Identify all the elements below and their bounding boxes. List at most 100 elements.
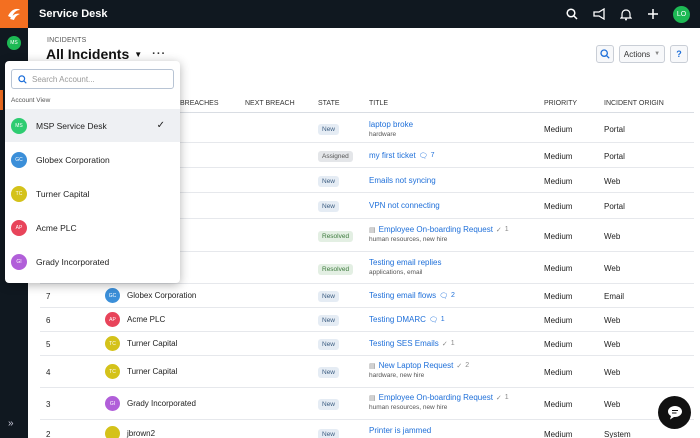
incident-title-link[interactable]: my first ticket <box>369 151 416 160</box>
rail-account-avatar[interactable]: MS <box>7 36 21 50</box>
chevron-down-icon: ▼ <box>654 51 661 57</box>
incident-title-link[interactable]: Employee On-boarding Request <box>379 393 493 402</box>
priority-value: Medium <box>544 400 573 409</box>
expand-rail-icon[interactable]: » <box>8 418 14 429</box>
state-badge: New <box>318 429 340 438</box>
table-row[interactable]: 4 TC Turner Capital New ▤ New Laptop Reque… <box>40 356 694 388</box>
account-name: Turner Capital <box>127 367 178 376</box>
comment-count: 7 <box>430 152 435 159</box>
priority-value: Medium <box>544 232 573 241</box>
col-priority[interactable]: PRIORITY <box>544 100 577 107</box>
account-name: jbrown2 <box>127 429 156 438</box>
incident-title-link[interactable]: Emails not syncing <box>369 176 436 185</box>
col-origin[interactable]: INCIDENT ORIGIN <box>604 100 664 107</box>
table-row[interactable]: 2 jbrown2 New Printer is jammed Medium S… <box>40 420 694 438</box>
state-badge: New <box>318 176 340 187</box>
megaphone-icon[interactable] <box>592 7 606 21</box>
add-icon[interactable] <box>646 7 660 21</box>
incident-tags: hardware, new hire <box>369 372 425 379</box>
breadcrumb[interactable]: INCIDENTS <box>47 37 87 44</box>
state-badge: New <box>318 339 340 350</box>
col-title[interactable]: TITLE <box>369 100 388 107</box>
priority-value: Medium <box>544 368 573 377</box>
incident-number: 6 <box>46 316 51 325</box>
task-count: 1 <box>504 226 509 233</box>
account-dropdown: Account View MS MSP Service Desk ✓ GC Gl… <box>5 61 180 283</box>
incident-number: 7 <box>46 292 51 301</box>
brand-logo[interactable] <box>0 0 28 28</box>
more-options-icon[interactable]: ··· <box>152 48 166 60</box>
comment-icon: 🗨 <box>428 316 438 324</box>
incident-title-link[interactable]: Testing DMARC <box>369 315 426 324</box>
origin-value: System <box>604 430 631 438</box>
origin-value: Web <box>604 264 621 273</box>
page-title-text[interactable]: All Incidents <box>46 46 129 62</box>
search-icon <box>600 49 610 59</box>
search-icon[interactable] <box>565 7 579 21</box>
incident-title-link[interactable]: Printer is jammed <box>369 426 431 435</box>
bell-icon[interactable] <box>619 7 633 21</box>
account-option-acme-plc[interactable]: AP Acme PLC <box>5 211 180 244</box>
chevron-down-icon[interactable]: ▼ <box>134 50 142 59</box>
account-search-box[interactable] <box>11 69 174 89</box>
top-bar: Service Desk LO <box>0 0 700 28</box>
incident-title-link[interactable]: New Laptop Request <box>379 361 454 370</box>
account-avatar: GI <box>105 396 120 411</box>
priority-value: Medium <box>544 125 573 134</box>
incident-number: 3 <box>46 400 51 409</box>
account-name: Acme PLC <box>127 315 166 324</box>
priority-value: Medium <box>544 152 573 161</box>
col-breaches[interactable]: BREACHES <box>180 100 219 107</box>
account-option-label: Acme PLC <box>36 222 77 233</box>
state-badge: Assigned <box>318 151 353 162</box>
account-option-label: MSP Service Desk <box>36 120 107 131</box>
origin-value: Web <box>604 232 621 241</box>
comment-icon: 🗨 <box>439 292 449 300</box>
actions-dropdown[interactable]: Actions ▼ <box>619 45 665 63</box>
table-row[interactable]: 7 GC Globex Corporation New Testing email… <box>40 284 694 308</box>
task-check-icon: ✓ <box>495 394 502 402</box>
chat-button[interactable] <box>658 396 691 429</box>
account-option-turner-capital[interactable]: TC Turner Capital <box>5 177 180 210</box>
incident-title-link[interactable]: Employee On-boarding Request <box>379 225 493 234</box>
incident-title-link[interactable]: VPN not connecting <box>369 201 440 210</box>
table-search-button[interactable] <box>596 45 614 63</box>
table-row[interactable]: 3 GI Grady Incorporated New ▤ Employee On-… <box>40 388 694 420</box>
page-title[interactable]: All Incidents ▼ ··· <box>46 46 166 62</box>
user-avatar[interactable]: LO <box>673 5 690 23</box>
account-option-msp-service-desk[interactable]: MS MSP Service Desk ✓ <box>5 109 180 142</box>
account-view-label: Account View <box>11 97 51 104</box>
document-icon: ▤ <box>369 394 376 402</box>
incident-number: 4 <box>46 368 51 377</box>
account-option-grady-incorporated[interactable]: GI Grady Incorporated <box>5 245 180 278</box>
table-row[interactable]: 6 AP Acme PLC New Testing DMARC 🗨 1 Medium … <box>40 308 694 332</box>
incident-title-link[interactable]: Testing SES Emails <box>369 339 439 348</box>
comment-count: 2 <box>451 292 455 299</box>
table-row[interactable]: 5 TC Turner Capital New Testing SES Email… <box>40 332 694 356</box>
comment-count: 1 <box>440 316 445 323</box>
state-badge: New <box>318 201 340 212</box>
priority-value: Medium <box>544 202 573 211</box>
origin-value: Portal <box>604 152 625 161</box>
document-icon: ▤ <box>369 362 376 370</box>
brand-logo-icon <box>8 8 20 20</box>
state-badge: Resolved <box>318 231 354 242</box>
incident-title-link[interactable]: Testing email replies <box>369 258 441 267</box>
chat-bubble-icon <box>667 406 682 420</box>
state-badge: New <box>318 124 340 135</box>
priority-value: Medium <box>544 316 573 325</box>
incident-number: 5 <box>46 340 51 349</box>
account-avatar: MS <box>11 117 27 134</box>
account-avatar: AP <box>11 219 27 236</box>
col-next-breach[interactable]: NEXT BREACH <box>245 100 295 107</box>
priority-value: Medium <box>544 340 573 349</box>
document-icon: ▤ <box>369 226 376 234</box>
account-option-globex-corporation[interactable]: GC Globex Corporation <box>5 143 180 176</box>
origin-value: Web <box>604 340 621 349</box>
incident-tags: applications, email <box>369 269 423 276</box>
help-button[interactable]: ? <box>670 45 688 63</box>
incident-title-link[interactable]: laptop broke <box>369 120 413 129</box>
account-search-input[interactable] <box>32 74 162 84</box>
col-state[interactable]: STATE <box>318 100 340 107</box>
incident-title-link[interactable]: Testing email flows <box>369 291 436 300</box>
